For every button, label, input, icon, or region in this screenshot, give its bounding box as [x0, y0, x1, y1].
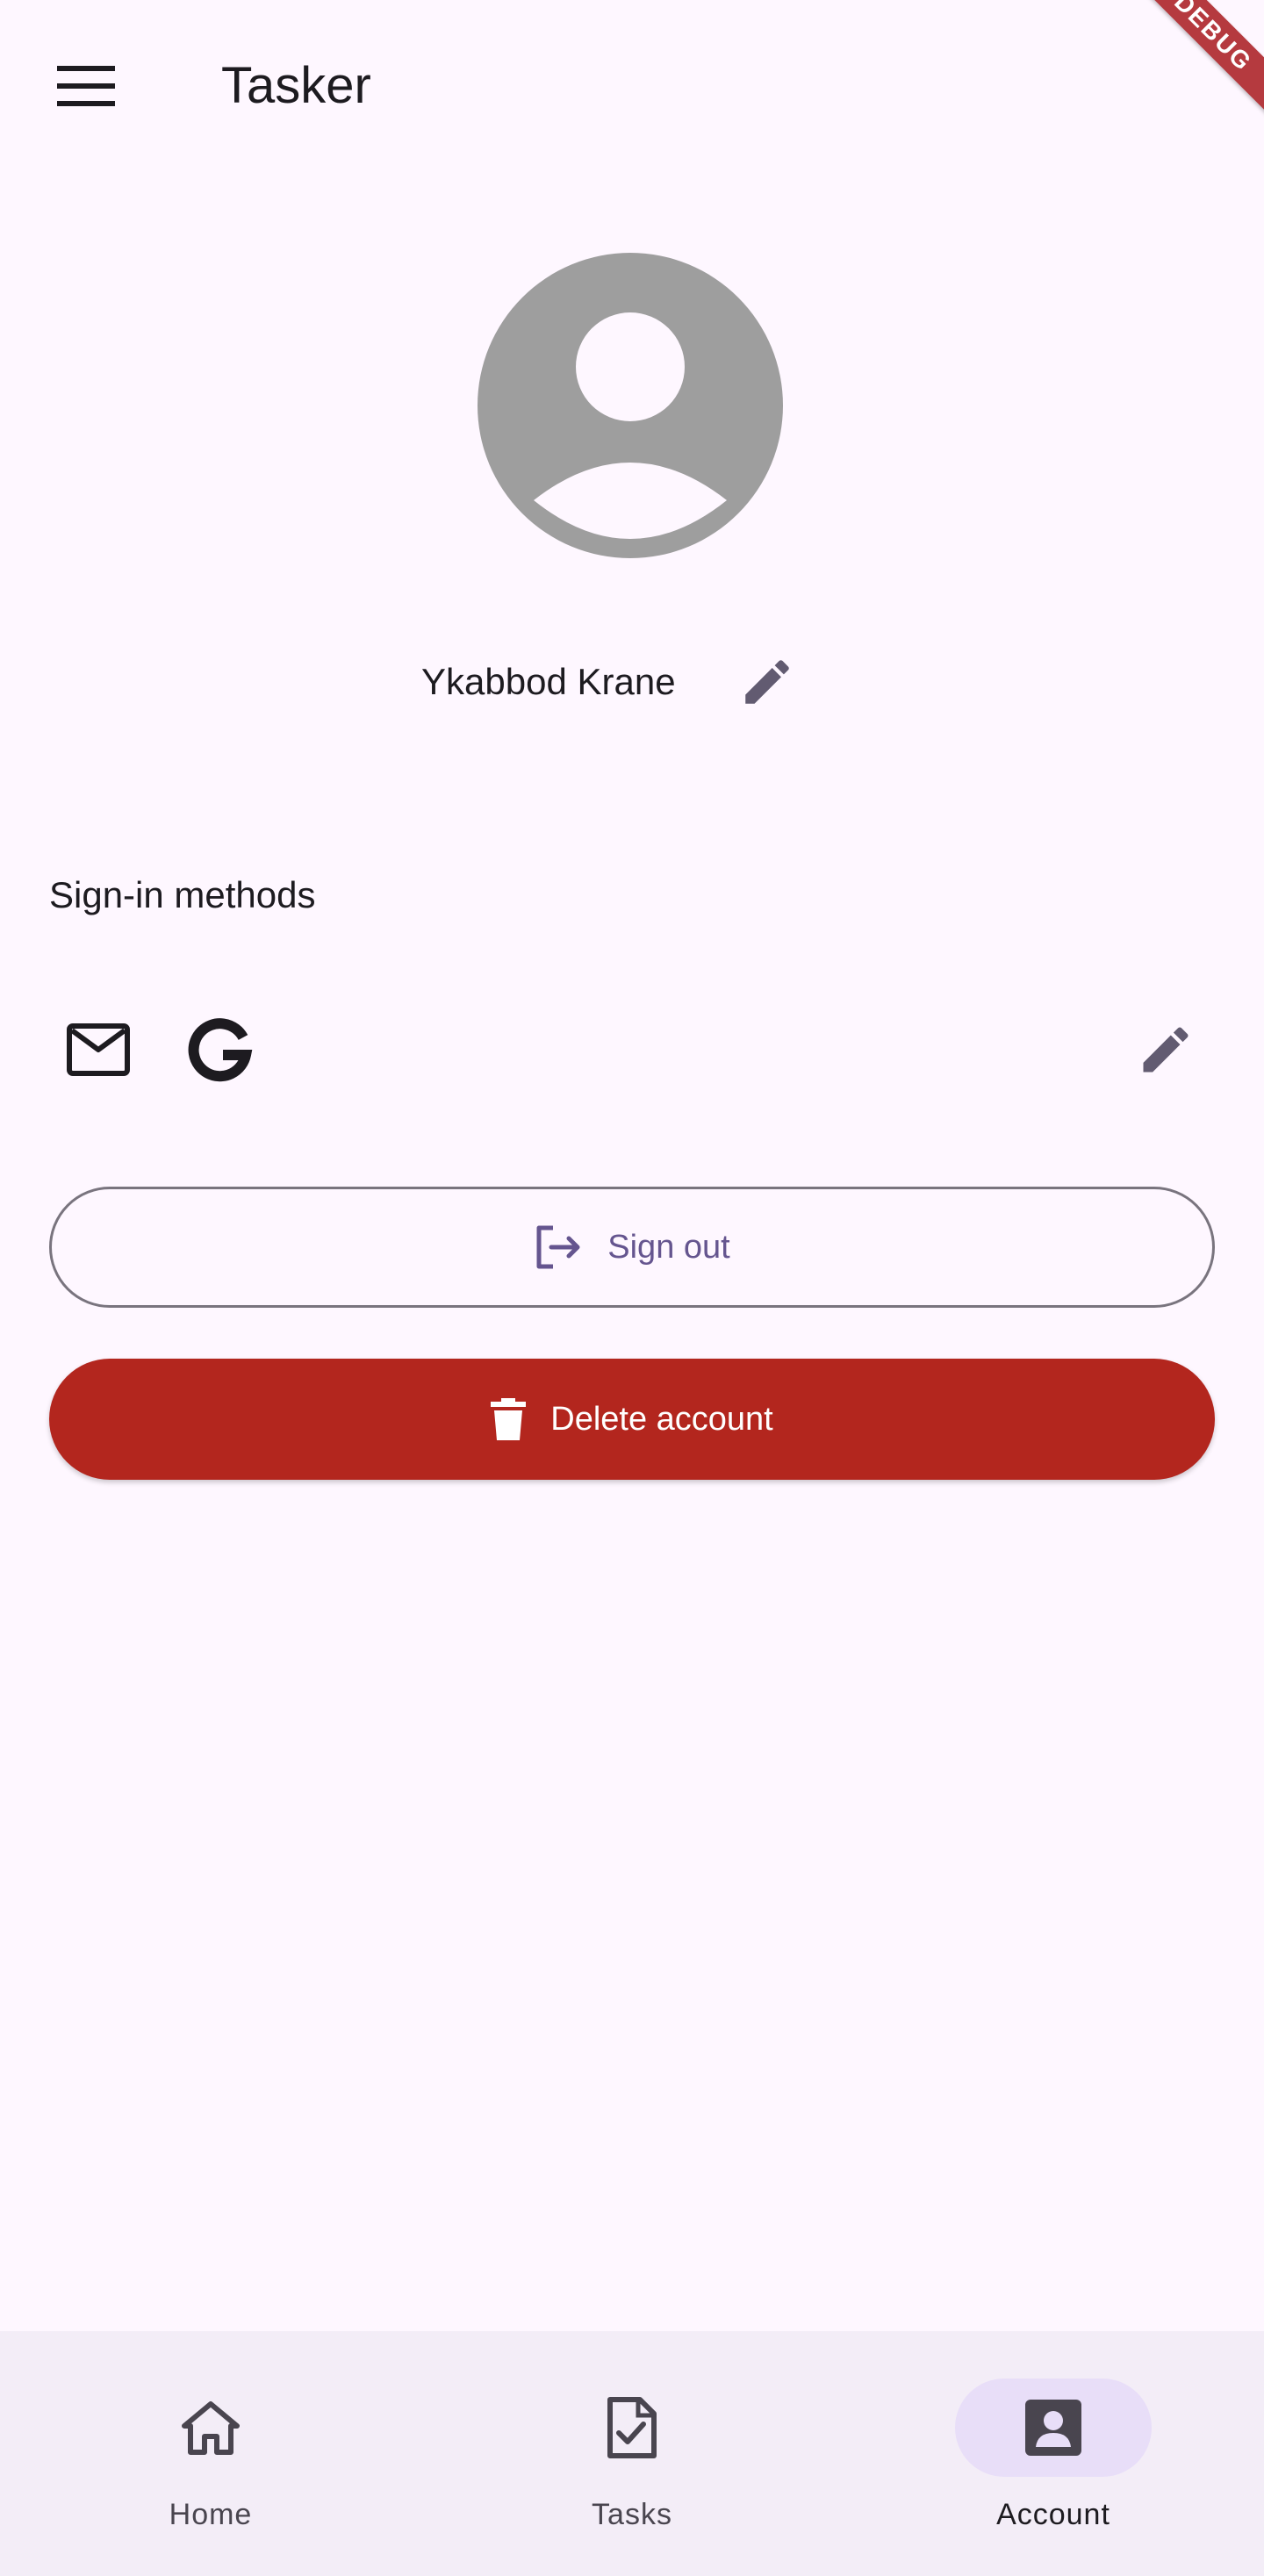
nav-label-home: Home	[169, 2498, 253, 2531]
nav-indicator-selected	[955, 2379, 1152, 2477]
menu-icon	[57, 66, 115, 106]
app-bar: Tasker	[0, 0, 1264, 172]
sign-in-methods-row	[0, 1001, 1264, 1099]
home-icon	[182, 2401, 240, 2455]
edit-sign-in-methods-button[interactable]	[1117, 1001, 1215, 1099]
nav-item-tasks[interactable]: Tasks	[421, 2331, 843, 2576]
delete-account-label: Delete account	[550, 1400, 773, 1438]
nav-indicator	[112, 2379, 309, 2477]
nav-item-home[interactable]: Home	[0, 2331, 421, 2576]
email-icon	[67, 1023, 130, 1076]
edit-name-button[interactable]	[720, 642, 815, 721]
profile-name-row: Ykabbod Krane	[0, 642, 1264, 721]
bottom-navigation: Home Tasks Account	[0, 2331, 1264, 2576]
task-icon	[607, 2397, 657, 2458]
app-title: Tasker	[221, 57, 371, 114]
nav-indicator	[534, 2379, 730, 2477]
email-method	[49, 1001, 147, 1099]
trash-icon	[491, 1398, 527, 1440]
account-box-icon	[1025, 2400, 1081, 2456]
user-name: Ykabbod Krane	[421, 661, 676, 702]
delete-account-button[interactable]: Delete account	[49, 1359, 1215, 1480]
sign-in-methods-title: Sign-in methods	[49, 874, 316, 915]
google-method	[172, 1001, 270, 1099]
nav-label-tasks: Tasks	[592, 2498, 672, 2531]
sign-out-label: Sign out	[607, 1228, 730, 1266]
nav-item-account[interactable]: Account	[843, 2331, 1264, 2576]
menu-button[interactable]	[32, 44, 140, 128]
google-icon	[188, 1018, 253, 1082]
nav-label-account: Account	[996, 2498, 1110, 2531]
logout-icon	[536, 1225, 580, 1269]
edit-icon	[745, 660, 789, 704]
edit-icon	[1143, 1027, 1189, 1073]
sign-out-button[interactable]: Sign out	[49, 1187, 1215, 1308]
avatar	[478, 253, 783, 558]
account-circle-icon	[478, 253, 783, 558]
